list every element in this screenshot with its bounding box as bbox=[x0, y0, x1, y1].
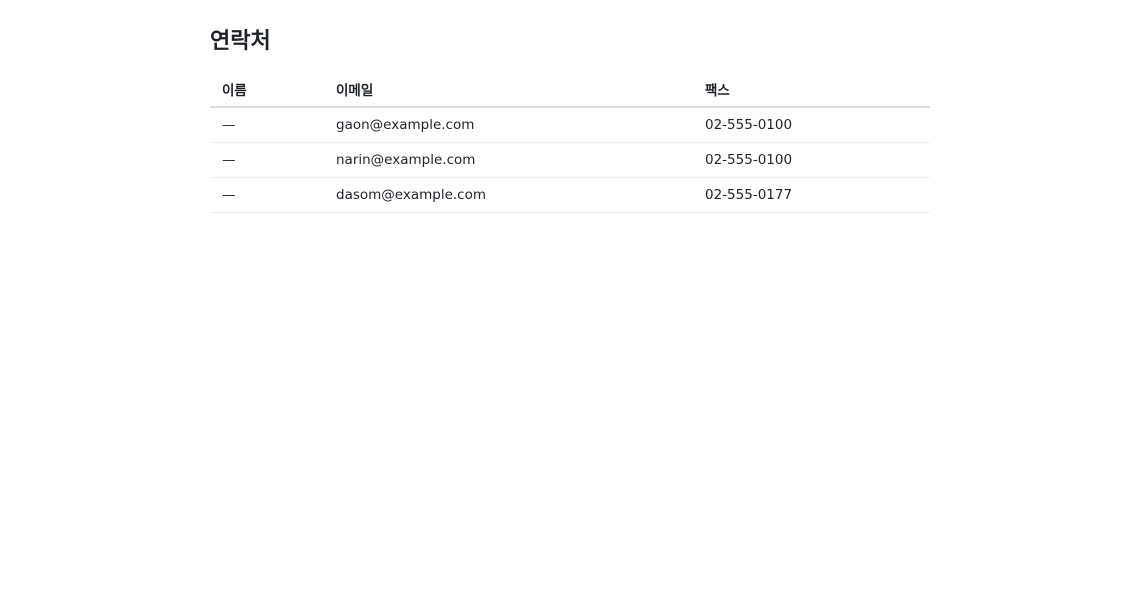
header-row: 이름 이메일 팩스 bbox=[210, 72, 930, 108]
cell-fax: 02-555-0100 bbox=[693, 107, 930, 143]
cell-name: — bbox=[210, 107, 324, 143]
cell-fax: 02-555-0100 bbox=[693, 142, 930, 178]
contacts-table: 이름 이메일 팩스 — gaon@example.com 02-555-0100… bbox=[210, 72, 930, 213]
table-body: — gaon@example.com 02-555-0100 — narin@e… bbox=[210, 107, 930, 213]
contacts-section: 연락처 이름 이메일 팩스 — gaon@example.com 02-555-… bbox=[210, 26, 930, 213]
cell-email: dasom@example.com bbox=[324, 177, 693, 213]
cell-name: — bbox=[210, 177, 324, 213]
page-title: 연락처 bbox=[210, 29, 271, 54]
table-row: — dasom@example.com 02-555-0177 bbox=[210, 177, 930, 213]
cell-name: — bbox=[210, 142, 324, 178]
table-row: — narin@example.com 02-555-0100 bbox=[210, 142, 930, 178]
cell-email: gaon@example.com bbox=[324, 107, 693, 143]
table-row: — gaon@example.com 02-555-0100 bbox=[210, 107, 930, 143]
column-header-name: 이름 bbox=[210, 72, 324, 108]
column-header-fax: 팩스 bbox=[693, 72, 930, 108]
table-header: 이름 이메일 팩스 bbox=[210, 72, 930, 108]
column-header-email: 이메일 bbox=[324, 72, 693, 108]
cell-email: narin@example.com bbox=[324, 142, 693, 178]
page: 연락처 이름 이메일 팩스 — gaon@example.com 02-555-… bbox=[0, 0, 1140, 603]
cell-fax: 02-555-0177 bbox=[693, 177, 930, 213]
